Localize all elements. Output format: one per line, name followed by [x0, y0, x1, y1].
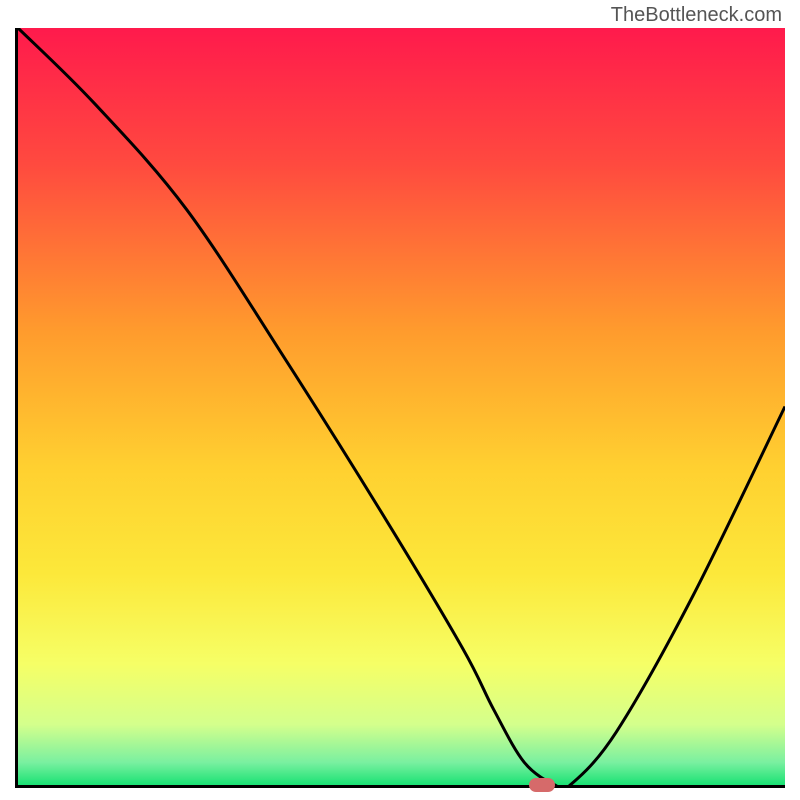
chart-curve	[18, 28, 785, 785]
watermark-text: TheBottleneck.com	[611, 4, 782, 27]
chart-area	[15, 28, 785, 788]
chart-marker	[529, 778, 555, 792]
